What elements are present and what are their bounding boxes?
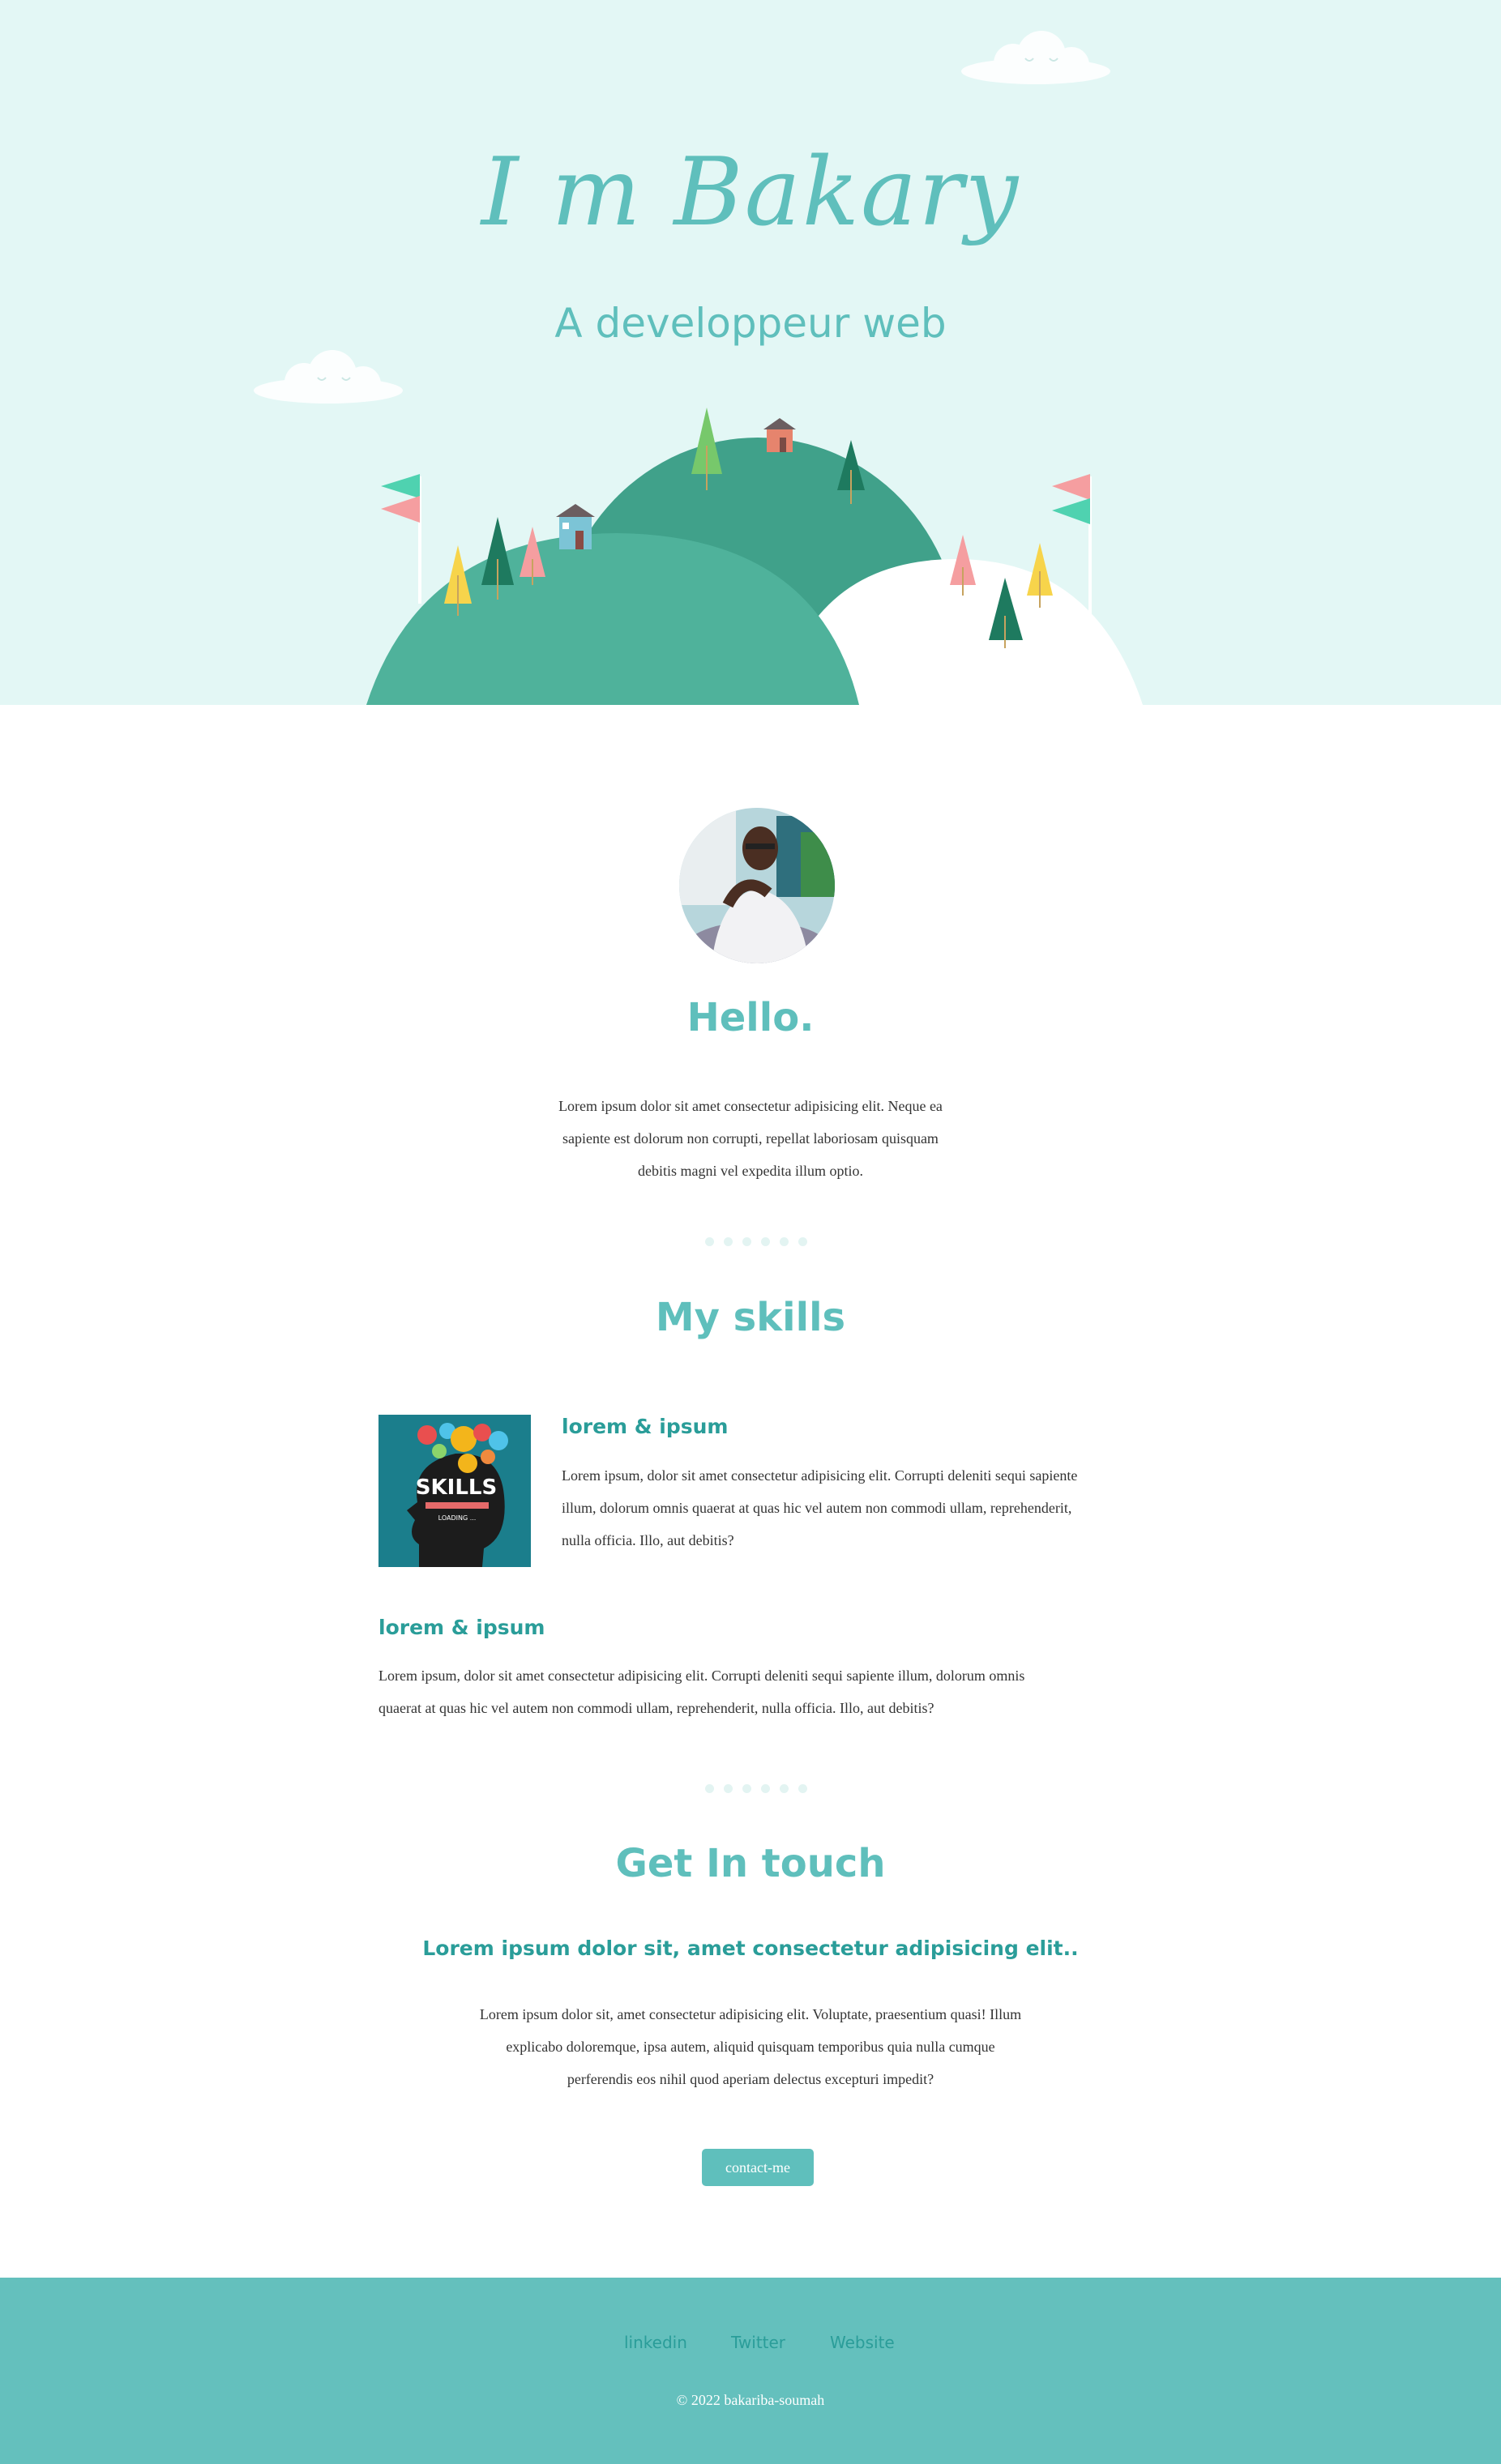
skills-image-caption: SKILLS [416,1475,497,1500]
about-text: Lorem ipsum dolor sit amet consectetur a… [558,1098,943,1179]
skill-item-title: lorem & ipsum [562,1415,729,1438]
cloud-icon [254,350,403,404]
avatar [679,808,835,963]
skills-image: SKILLS LOADING ... [378,1415,531,1567]
cloud-icon [961,31,1110,84]
hello-heading: Hello. [686,995,815,1040]
house-icon [763,418,796,452]
footer-link-twitter[interactable]: Twitter [731,2333,785,2352]
contact-lead: Lorem ipsum dolor sit, amet consectetur … [422,1937,1079,1960]
skills-image-loading: LOADING ... [438,1514,477,1522]
skills-heading: My skills [655,1295,846,1340]
contact-text: Lorem ipsum dolor sit, amet consectetur … [479,2006,1022,2087]
hero-section: I m Bakary A developpeur web [0,0,1501,705]
copyright-text: © 2022 bakariba-soumah [676,2392,825,2408]
contact-heading: Get In touch [615,1841,886,1886]
footer-link-linkedin[interactable]: linkedin [624,2333,687,2352]
hero-title: I m Bakary [481,138,1020,247]
section-divider [702,1780,807,1796]
footer: linkedin Twitter Website © 2022 bakariba… [0,2278,1501,2464]
section-divider [702,1233,807,1249]
skill-item-text: Lorem ipsum, dolor sit amet consectetur … [378,1668,1025,1716]
contact-me-button[interactable]: contact-me [702,2149,814,2186]
skill-item-title: lorem & ipsum [378,1616,545,1639]
footer-link-website[interactable]: Website [830,2333,895,2352]
house-icon [556,504,595,549]
hero-landscape-illustration [254,31,1143,705]
hero-subtitle: A developpeur web [554,300,947,347]
skill-item-text: Lorem ipsum, dolor sit amet consectetur … [562,1467,1078,1548]
